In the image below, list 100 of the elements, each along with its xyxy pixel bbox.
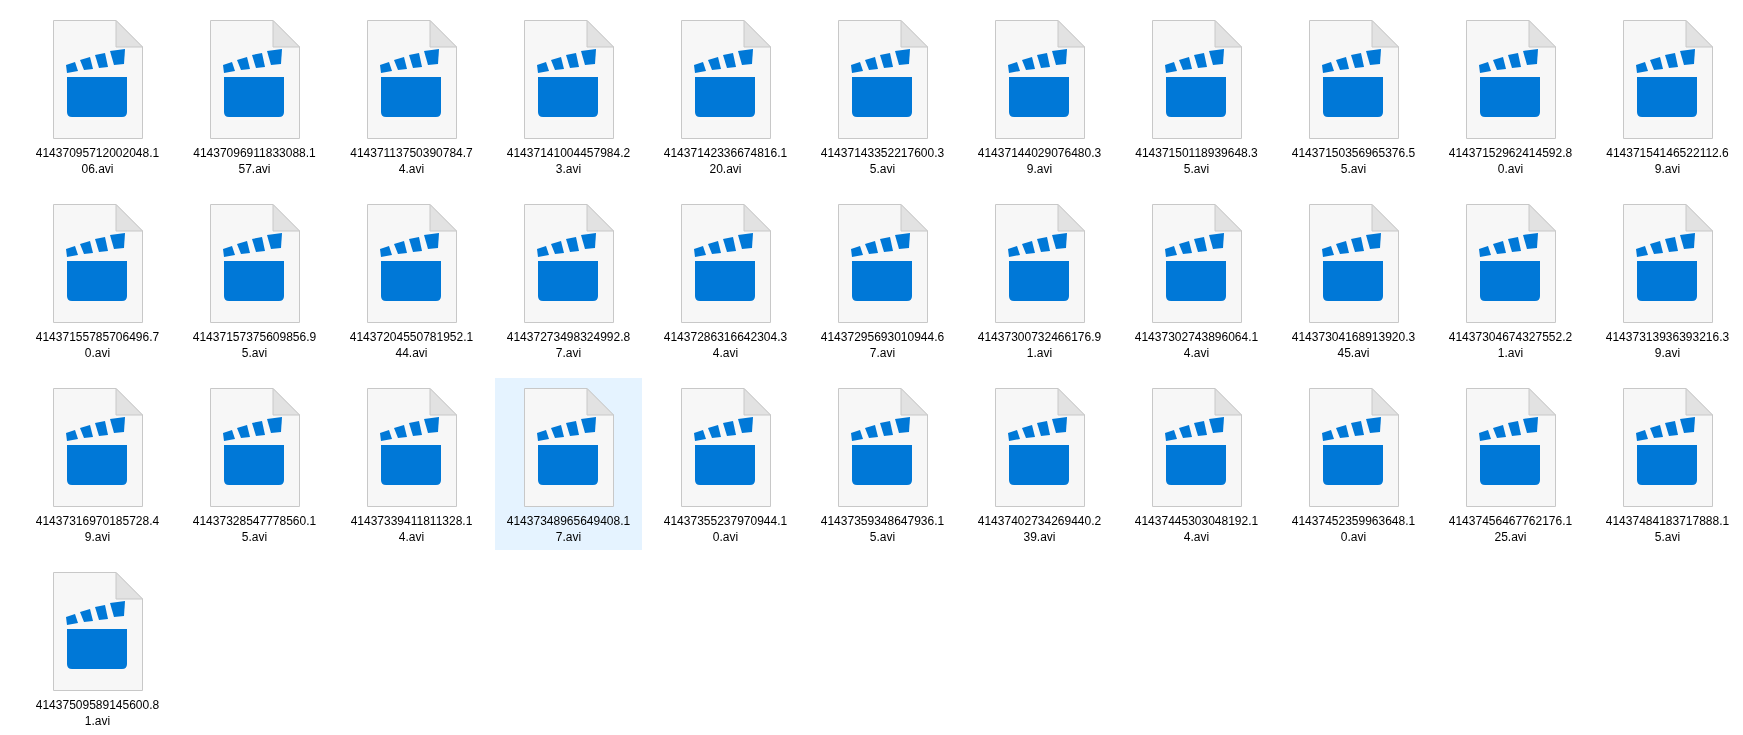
file-name: 41437143352217600.35.avi xyxy=(819,145,946,177)
file-item[interactable]: 41437295693010944.67.avi xyxy=(809,194,956,366)
video-file-icon xyxy=(52,572,143,691)
file-item[interactable]: 41437155785706496.70.avi xyxy=(24,194,171,366)
video-file-icon xyxy=(1308,20,1399,139)
video-file-icon xyxy=(837,20,928,139)
video-file-icon xyxy=(209,20,300,139)
file-item[interactable]: 41437142336674816.120.avi xyxy=(652,10,799,182)
file-name: 41437456467762176.125.avi xyxy=(1447,513,1574,545)
video-file-icon xyxy=(209,388,300,507)
file-name: 41437313936393216.39.avi xyxy=(1604,329,1731,361)
file-name: 41437300732466176.91.avi xyxy=(976,329,1103,361)
file-name: 41437150356965376.55.avi xyxy=(1290,145,1417,177)
video-file-icon xyxy=(366,20,457,139)
file-name: 41437142336674816.120.avi xyxy=(662,145,789,177)
file-name: 41437445303048192.14.avi xyxy=(1133,513,1260,545)
video-file-icon xyxy=(994,20,1085,139)
file-name: 41437348965649408.17.avi xyxy=(505,513,632,545)
video-file-icon xyxy=(1151,204,1242,323)
file-name: 41437484183717888.15.avi xyxy=(1604,513,1731,545)
file-name: 41437141004457984.23.avi xyxy=(505,145,632,177)
video-file-icon xyxy=(680,388,771,507)
file-name: 41437302743896064.14.avi xyxy=(1133,329,1260,361)
file-item[interactable]: 41437300732466176.91.avi xyxy=(966,194,1113,366)
file-name: 41437155785706496.70.avi xyxy=(34,329,161,361)
file-item[interactable]: 41437204550781952.144.avi xyxy=(338,194,485,366)
file-name: 41437286316642304.34.avi xyxy=(662,329,789,361)
video-file-icon xyxy=(1151,20,1242,139)
file-name: 41437402734269440.239.avi xyxy=(976,513,1103,545)
file-name: 41437328547778560.15.avi xyxy=(191,513,318,545)
file-name: 41437113750390784.74.avi xyxy=(349,145,474,177)
file-item[interactable]: 41437150118939648.35.avi xyxy=(1123,10,1270,182)
video-file-icon xyxy=(523,204,614,323)
file-name: 41437096911833088.157.avi xyxy=(192,145,317,177)
video-file-icon xyxy=(366,204,457,323)
video-file-icon xyxy=(366,388,457,507)
file-item[interactable]: 41437359348647936.15.avi xyxy=(809,378,956,550)
file-item[interactable]: 41437157375609856.95.avi xyxy=(181,194,328,366)
file-name: 41437316970185728.49.avi xyxy=(34,513,161,545)
file-name: 41437150118939648.35.avi xyxy=(1134,145,1259,177)
file-item[interactable]: 41437150356965376.55.avi xyxy=(1280,10,1427,182)
file-name: 41437273498324992.87.avi xyxy=(505,329,632,361)
file-name: 41437355237970944.10.avi xyxy=(662,513,789,545)
file-name: 41437509589145600.81.avi xyxy=(34,697,161,729)
file-item[interactable]: 41437316970185728.49.avi xyxy=(24,378,171,550)
video-file-icon xyxy=(837,204,928,323)
video-file-icon xyxy=(994,388,1085,507)
file-item[interactable]: 41437095712002048.106.avi xyxy=(24,10,171,182)
file-item[interactable]: 41437302743896064.14.avi xyxy=(1123,194,1270,366)
file-item[interactable]: 41437402734269440.239.avi xyxy=(966,378,1113,550)
file-item[interactable]: 41437144029076480.39.avi xyxy=(966,10,1113,182)
file-item[interactable]: 41437096911833088.157.avi xyxy=(181,10,328,182)
file-item[interactable]: 41437154146522112.69.avi xyxy=(1594,10,1741,182)
video-file-icon xyxy=(837,388,928,507)
video-file-icon xyxy=(1622,20,1713,139)
file-item[interactable]: 41437348965649408.17.avi xyxy=(495,378,642,550)
video-file-icon xyxy=(523,388,614,507)
file-item[interactable]: 41437509589145600.81.avi xyxy=(24,562,171,734)
file-name: 41437157375609856.95.avi xyxy=(191,329,318,361)
file-name: 41437152962414592.80.avi xyxy=(1447,145,1574,177)
video-file-icon xyxy=(52,204,143,323)
file-item[interactable]: 41437355237970944.10.avi xyxy=(652,378,799,550)
file-item[interactable]: 41437339411811328.14.avi xyxy=(338,378,485,550)
file-name: 41437144029076480.39.avi xyxy=(976,145,1103,177)
video-file-icon xyxy=(52,388,143,507)
video-file-icon xyxy=(1308,204,1399,323)
file-item[interactable]: 41437273498324992.87.avi xyxy=(495,194,642,366)
video-file-icon xyxy=(1308,388,1399,507)
video-file-icon xyxy=(680,20,771,139)
video-file-icon xyxy=(994,204,1085,323)
video-file-icon xyxy=(523,20,614,139)
file-item[interactable]: 41437456467762176.125.avi xyxy=(1437,378,1584,550)
video-file-icon xyxy=(1465,388,1556,507)
file-item[interactable]: 41437313936393216.39.avi xyxy=(1594,194,1741,366)
file-name: 41437204550781952.144.avi xyxy=(348,329,475,361)
video-file-icon xyxy=(52,20,143,139)
file-name: 41437095712002048.106.avi xyxy=(34,145,161,177)
video-file-icon xyxy=(1465,20,1556,139)
file-item[interactable]: 41437452359963648.10.avi xyxy=(1280,378,1427,550)
file-name: 41437452359963648.10.avi xyxy=(1290,513,1417,545)
file-item[interactable]: 41437484183717888.15.avi xyxy=(1594,378,1741,550)
file-item[interactable]: 41437143352217600.35.avi xyxy=(809,10,956,182)
file-item[interactable]: 41437328547778560.15.avi xyxy=(181,378,328,550)
file-name: 41437154146522112.69.avi xyxy=(1605,145,1730,177)
video-file-icon xyxy=(1622,388,1713,507)
file-item[interactable]: 41437113750390784.74.avi xyxy=(338,10,485,182)
file-item[interactable]: 41437304168913920.345.avi xyxy=(1280,194,1427,366)
file-item[interactable]: 41437286316642304.34.avi xyxy=(652,194,799,366)
video-file-icon xyxy=(209,204,300,323)
file-item[interactable]: 41437152962414592.80.avi xyxy=(1437,10,1584,182)
file-name: 41437339411811328.14.avi xyxy=(349,513,474,545)
video-file-icon xyxy=(1465,204,1556,323)
file-item[interactable]: 41437304674327552.21.avi xyxy=(1437,194,1584,366)
video-file-icon xyxy=(680,204,771,323)
file-name: 41437295693010944.67.avi xyxy=(819,329,946,361)
file-item[interactable]: 41437445303048192.14.avi xyxy=(1123,378,1270,550)
file-name: 41437304674327552.21.avi xyxy=(1447,329,1574,361)
file-name: 41437304168913920.345.avi xyxy=(1290,329,1417,361)
video-file-icon xyxy=(1151,388,1242,507)
file-item[interactable]: 41437141004457984.23.avi xyxy=(495,10,642,182)
